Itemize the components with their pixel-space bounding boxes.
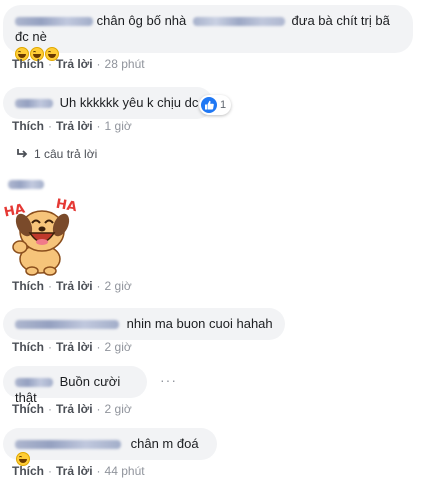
like-link[interactable]: Thích bbox=[12, 119, 44, 133]
comment-text: chân m đoá bbox=[130, 436, 199, 451]
blurred-author-name[interactable] bbox=[15, 440, 121, 450]
comment-actions: Thích · Trả lời · 28 phút bbox=[12, 57, 145, 71]
comment-text: nhin ma buon cuoi hahah bbox=[126, 316, 273, 331]
timestamp[interactable]: 28 phút bbox=[105, 57, 145, 71]
blurred-author-name[interactable] bbox=[15, 17, 93, 27]
reply-arrow-icon bbox=[17, 149, 28, 158]
comment-actions: Thích · Trả lời · 2 giờ bbox=[12, 279, 132, 293]
comment-bubble: chân ôg bố nhà đưa bà chít trị bã đc nè bbox=[3, 5, 413, 61]
reply-link[interactable]: Trả lời bbox=[56, 279, 93, 293]
comment-actions: Thích · Trả lời · 2 giờ bbox=[12, 402, 132, 416]
reaction-count: 1 bbox=[220, 99, 227, 111]
reaction-count-badge[interactable]: 1 bbox=[199, 95, 232, 115]
reply-link[interactable]: Trả lời bbox=[56, 464, 93, 478]
more-options-icon[interactable]: ··· bbox=[160, 372, 177, 388]
timestamp[interactable]: 44 phút bbox=[105, 464, 145, 478]
like-link[interactable]: Thích bbox=[12, 464, 44, 478]
like-reaction-icon bbox=[201, 97, 217, 113]
like-link[interactable]: Thích bbox=[12, 340, 44, 354]
comment-actions: Thích · Trả lời · 44 phút bbox=[12, 464, 145, 478]
ha-ha-dog-sticker: HA HA bbox=[2, 195, 82, 277]
replies-count-label[interactable]: 1 câu trả lời bbox=[34, 147, 97, 161]
reply-link[interactable]: Trả lời bbox=[56, 340, 93, 354]
comment-bubble: nhin ma buon cuoi hahah bbox=[3, 308, 285, 340]
comment-bubble: chân m đoá bbox=[3, 428, 217, 466]
comment-actions: Thích · Trả lời · 1 giờ bbox=[12, 119, 132, 133]
like-link[interactable]: Thích bbox=[12, 402, 44, 416]
timestamp[interactable]: 2 giờ bbox=[105, 279, 132, 293]
comment-text: Uh kkkkkk yêu k chịu dc bbox=[59, 95, 199, 110]
blurred-author-name[interactable] bbox=[8, 180, 44, 189]
blurred-author-name[interactable] bbox=[15, 99, 53, 109]
comment-bubble: Buồn cười thật bbox=[3, 366, 147, 405]
blurred-author-name[interactable] bbox=[15, 320, 119, 330]
reply-link[interactable]: Trả lời bbox=[56, 119, 93, 133]
comment-actions: Thích · Trả lời · 2 giờ bbox=[12, 340, 132, 354]
blurred-text bbox=[192, 17, 285, 27]
comment-bubble: Uh kkkkkk yêu k chịu dc bbox=[3, 87, 213, 119]
like-link[interactable]: Thích bbox=[12, 57, 44, 71]
blurred-author-name[interactable] bbox=[15, 378, 53, 388]
sticker-text-right: HA bbox=[55, 197, 78, 215]
timestamp[interactable]: 2 giờ bbox=[105, 340, 132, 354]
comment-text: chân ôg bố nhà bbox=[96, 13, 187, 28]
timestamp[interactable]: 1 giờ bbox=[105, 119, 132, 133]
timestamp[interactable]: 2 giờ bbox=[105, 402, 132, 416]
reply-link[interactable]: Trả lời bbox=[56, 57, 93, 71]
reply-link[interactable]: Trả lời bbox=[56, 402, 93, 416]
like-link[interactable]: Thích bbox=[12, 279, 44, 293]
view-replies-link[interactable]: 1 câu trả lời bbox=[16, 147, 97, 161]
